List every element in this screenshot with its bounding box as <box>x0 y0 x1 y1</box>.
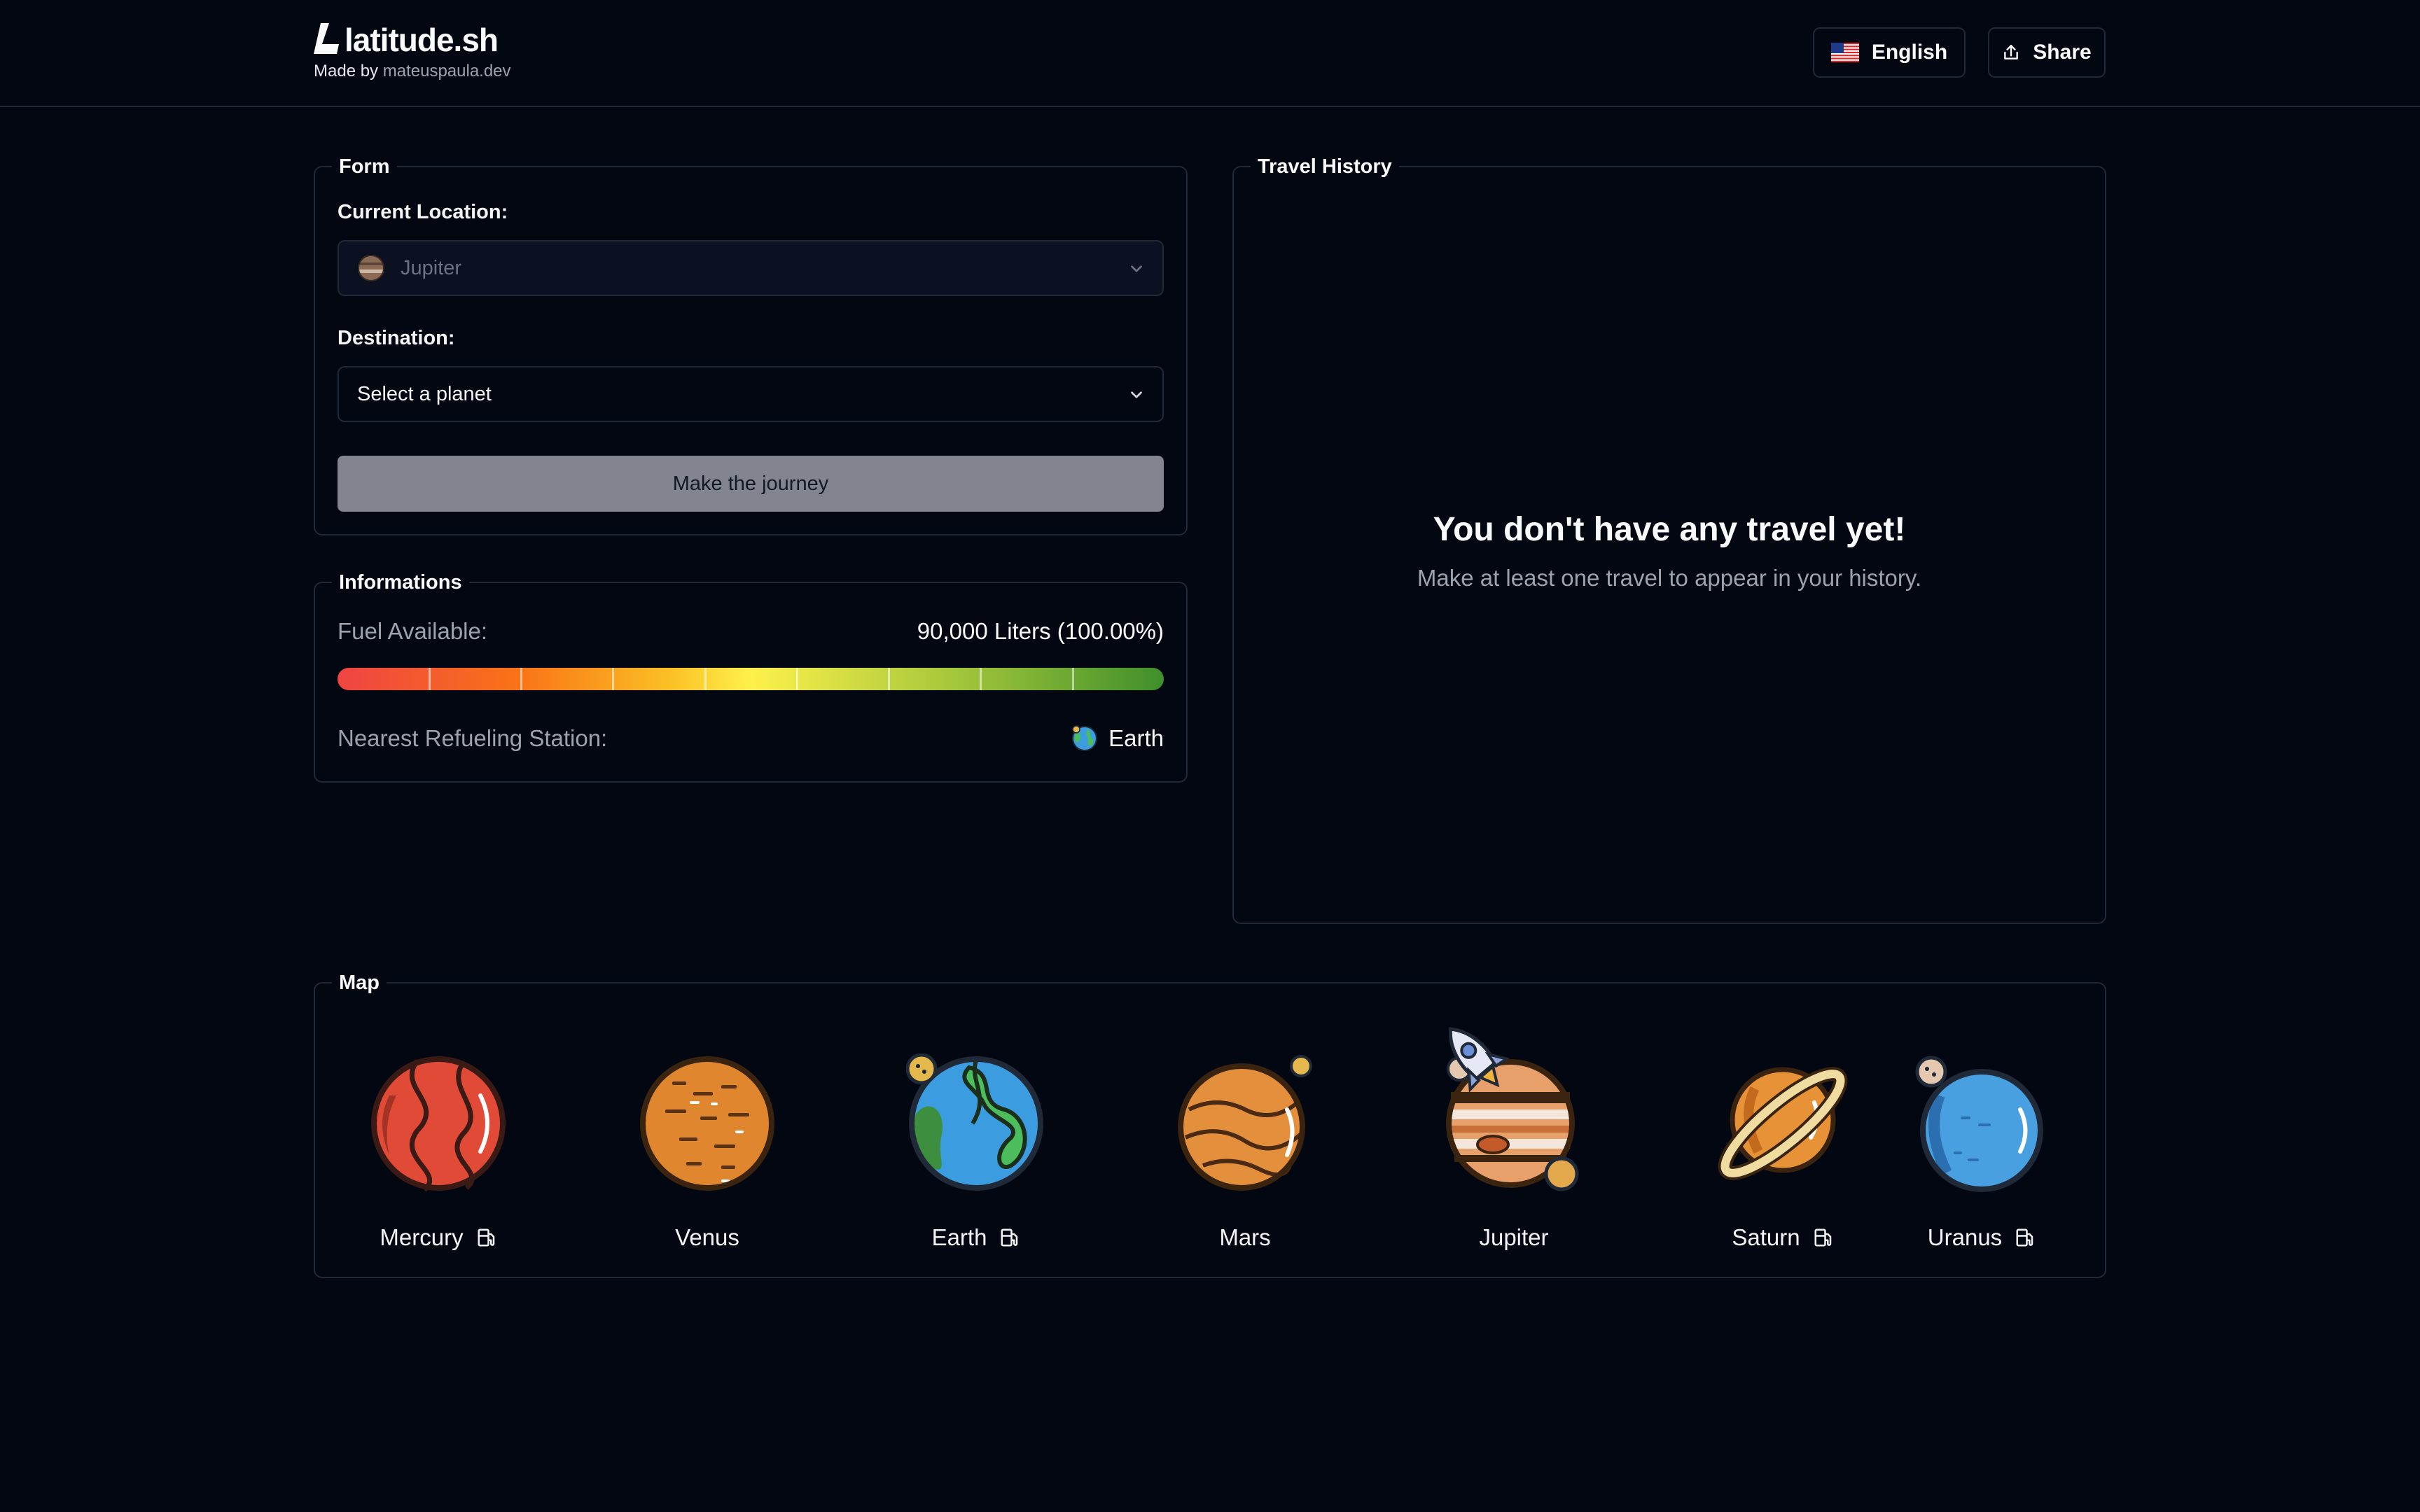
travel-history-legend: Travel History <box>1251 155 1399 178</box>
app-header: latitude.sh Made by mateuspaula.dev Engl… <box>0 0 2420 107</box>
fuel-station-icon <box>1001 1228 1018 1247</box>
planet-label: Uranus <box>1877 1224 2087 1251</box>
station-value: Earth <box>1071 724 1164 752</box>
chevron-down-icon <box>1131 391 1142 398</box>
planet-name: Mars <box>1219 1224 1271 1250</box>
planet-name: Mercury <box>380 1224 464 1250</box>
travel-history-panel: Travel History You don't have any travel… <box>1232 155 2106 924</box>
mars-icon <box>1178 1055 1312 1191</box>
made-by-prefix: Made by <box>314 62 379 80</box>
station-label: Nearest Refueling Station: <box>338 725 608 751</box>
fuel-station-icon <box>1814 1228 1831 1247</box>
destination-select[interactable]: Select a planet <box>338 366 1164 422</box>
informations-panel: Informations Fuel Available: 90,000 Lite… <box>314 571 1188 783</box>
planet-label: Earth <box>871 1224 1081 1251</box>
jupiter-small-icon <box>358 255 384 281</box>
venus-icon <box>640 1056 774 1191</box>
planet-mercury[interactable]: Mercury <box>333 983 543 1280</box>
planet-name: Jupiter <box>1479 1224 1549 1250</box>
planet-venus[interactable]: Venus <box>602 983 812 1280</box>
planet-label: Mars <box>1140 1224 1350 1251</box>
share-label: Share <box>2033 41 2092 64</box>
brand: latitude.sh Made by mateuspaula.dev <box>314 21 511 81</box>
fuel-label: Fuel Available: <box>338 618 488 644</box>
language-button[interactable]: English <box>1813 27 1966 78</box>
form-panel: Form Current Location: Jupiter Destinati… <box>314 155 1188 536</box>
planet-label: Venus <box>602 1224 812 1251</box>
earth-icon <box>906 1054 1043 1191</box>
uranus-icon <box>1915 1056 2043 1192</box>
fuel-station-icon <box>2016 1228 2033 1247</box>
brand-name[interactable]: latitude.sh <box>345 21 499 59</box>
current-location-label: Current Location: <box>338 201 508 223</box>
planet-uranus[interactable]: Uranus <box>1877 983 2087 1280</box>
refuel-row: Nearest Refueling Station: Earth <box>338 724 1164 752</box>
empty-history-title: You don't have any travel yet! <box>1433 511 1906 548</box>
planet-label: Mercury <box>333 1224 543 1251</box>
informations-legend: Informations <box>332 571 469 594</box>
latitude-logo-icon <box>314 23 339 54</box>
planet-label: Jupiter <box>1409 1224 1619 1251</box>
us-flag-icon <box>1830 43 1859 62</box>
mercury-icon <box>371 1056 506 1192</box>
make-journey-button[interactable]: Make the journey <box>338 456 1164 512</box>
made-by-link[interactable]: mateuspaula.dev <box>383 62 511 80</box>
empty-history-subtitle: Make at least one travel to appear in yo… <box>1417 565 1922 591</box>
destination-placeholder: Select a planet <box>357 382 492 405</box>
fuel-station-icon <box>478 1228 494 1247</box>
form-legend: Form <box>332 155 397 178</box>
language-label: English <box>1871 41 1948 64</box>
planet-label: Saturn <box>1678 1224 1888 1251</box>
planet-name: Saturn <box>1732 1224 1800 1250</box>
current-location-value: Jupiter <box>401 256 462 279</box>
planet-name: Uranus <box>1927 1224 2003 1250</box>
fuel-progress-bar <box>338 668 1164 690</box>
fuel-value: 90,000 Liters (100.00%) <box>917 618 1164 644</box>
share-icon <box>2004 45 2019 59</box>
destination-label: Destination: <box>338 327 455 349</box>
planet-name: Earth <box>931 1224 987 1250</box>
chevron-down-icon <box>1131 265 1142 272</box>
fuel-row: Fuel Available: 90,000 Liters (100.00%) <box>338 618 1164 645</box>
saturn-icon <box>1718 1067 1848 1180</box>
planet-mars[interactable]: Mars <box>1140 983 1350 1280</box>
station-name: Earth <box>1108 725 1164 751</box>
earth-small-icon <box>1072 725 1098 751</box>
planet-earth[interactable]: Earth <box>871 983 1081 1280</box>
planet-name: Venus <box>675 1224 739 1250</box>
planet-saturn[interactable]: Saturn <box>1678 983 1888 1280</box>
rocket-icon <box>1448 1027 1510 1093</box>
map-panel: Map Mercury Venus Earth Mars Jupiter Sat… <box>314 972 2106 1280</box>
share-button[interactable]: Share <box>1988 27 2106 78</box>
current-location-select: Jupiter <box>338 240 1164 296</box>
made-by-text: Made by mateuspaula.dev <box>314 62 511 81</box>
